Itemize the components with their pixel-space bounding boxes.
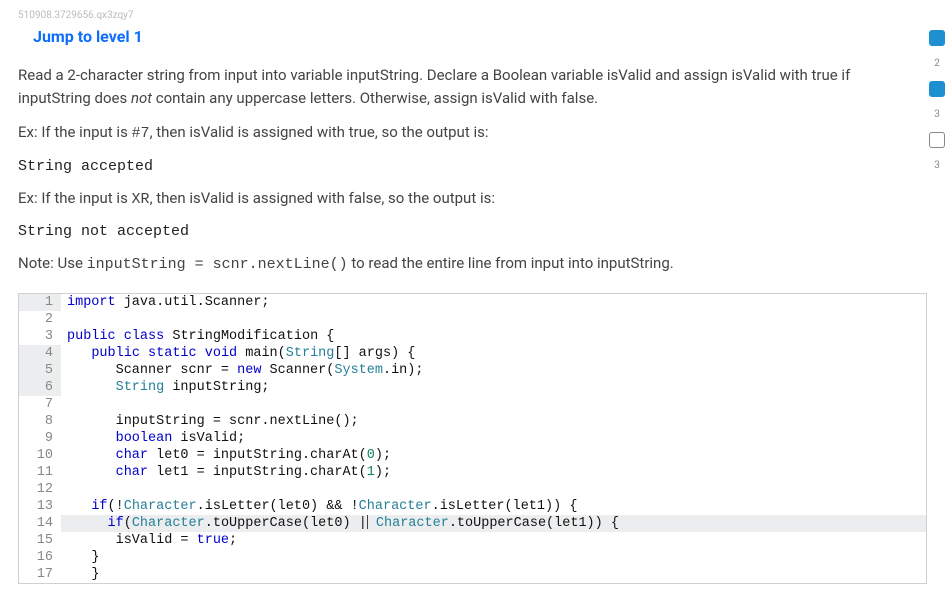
para1-b: contain any uppercase letters. Otherwise… — [152, 89, 598, 107]
line-number: 3 — [19, 328, 61, 345]
output2: String not accepted — [18, 223, 927, 240]
code-line: public class StringModification { — [61, 328, 926, 345]
ex1-input: #7 — [132, 125, 150, 142]
example2: Ex: If the input is XR, then isValid is … — [18, 187, 908, 212]
code-line: inputString = scnr.nextLine(); — [61, 413, 926, 430]
ex2-a: Ex: If the input is — [18, 189, 132, 207]
side-count-2: 3 — [929, 109, 945, 120]
line-number: 7 — [19, 396, 61, 413]
code-line — [61, 481, 926, 498]
ex2-b: , then isValid is assigned with false, s… — [150, 189, 495, 207]
line-number: 6 — [19, 379, 61, 396]
code-line: String inputString; — [61, 379, 926, 396]
output1: String accepted — [18, 158, 927, 175]
code-line: if(!Character.isLetter(let0) && !Charact… — [61, 498, 926, 515]
code-editor[interactable]: 1import java.util.Scanner; 2 3public cla… — [18, 293, 927, 584]
note-a: Note: Use — [18, 254, 87, 272]
line-number: 4 — [19, 345, 61, 362]
code-line — [61, 311, 926, 328]
note-b: to read the entire line from input into … — [348, 254, 674, 272]
line-number: 16 — [19, 549, 61, 566]
line-number: 2 — [19, 311, 61, 328]
code-line — [61, 396, 926, 413]
line-number: 13 — [19, 498, 61, 515]
line-number: 8 — [19, 413, 61, 430]
line-number: 12 — [19, 481, 61, 498]
problem-statement: Read a 2-character string from input int… — [18, 64, 908, 109]
line-number: 1 — [19, 294, 61, 311]
code-line-active: if(Character.toUpperCase(let0) | Charact… — [61, 515, 926, 532]
line-number: 17 — [19, 566, 61, 583]
code-line: public static void main(String[] args) { — [61, 345, 926, 362]
code-line: } — [61, 566, 926, 583]
side-count-1: 2 — [929, 58, 945, 69]
ex2-input: XR — [132, 191, 150, 208]
line-number: 14 — [19, 515, 61, 532]
code-line: isValid = true; — [61, 532, 926, 549]
line-number: 11 — [19, 464, 61, 481]
code-line: } — [61, 549, 926, 566]
note-code: inputString = scnr.nextLine() — [87, 256, 348, 273]
note: Note: Use inputString = scnr.nextLine() … — [18, 252, 908, 277]
code-line: boolean isValid; — [61, 430, 926, 447]
meta-id: 510908.3729656.qx3zqy7 — [18, 10, 927, 21]
line-number: 5 — [19, 362, 61, 379]
thumbs-up-icon[interactable] — [929, 30, 945, 46]
line-number: 10 — [19, 447, 61, 464]
code-line: import java.util.Scanner; — [61, 294, 926, 311]
line-number: 9 — [19, 430, 61, 447]
code-line: Scanner scnr = new Scanner(System.in); — [61, 362, 926, 379]
example1: Ex: If the input is #7, then isValid is … — [18, 121, 908, 146]
bookmark-icon[interactable] — [929, 132, 945, 148]
ex1-a: Ex: If the input is — [18, 123, 132, 141]
code-line: char let0 = inputString.charAt(0); — [61, 447, 926, 464]
line-number: 15 — [19, 532, 61, 549]
code-line: char let1 = inputString.charAt(1); — [61, 464, 926, 481]
jump-to-level-link[interactable]: Jump to level 1 — [33, 27, 143, 46]
side-count-3: 3 — [929, 160, 945, 171]
feedback-icons: 2 3 3 — [925, 30, 945, 171]
thumbs-down-icon[interactable] — [929, 81, 945, 97]
ex1-b: , then isValid is assigned with true, so… — [150, 123, 489, 141]
para1-not: not — [131, 89, 152, 107]
